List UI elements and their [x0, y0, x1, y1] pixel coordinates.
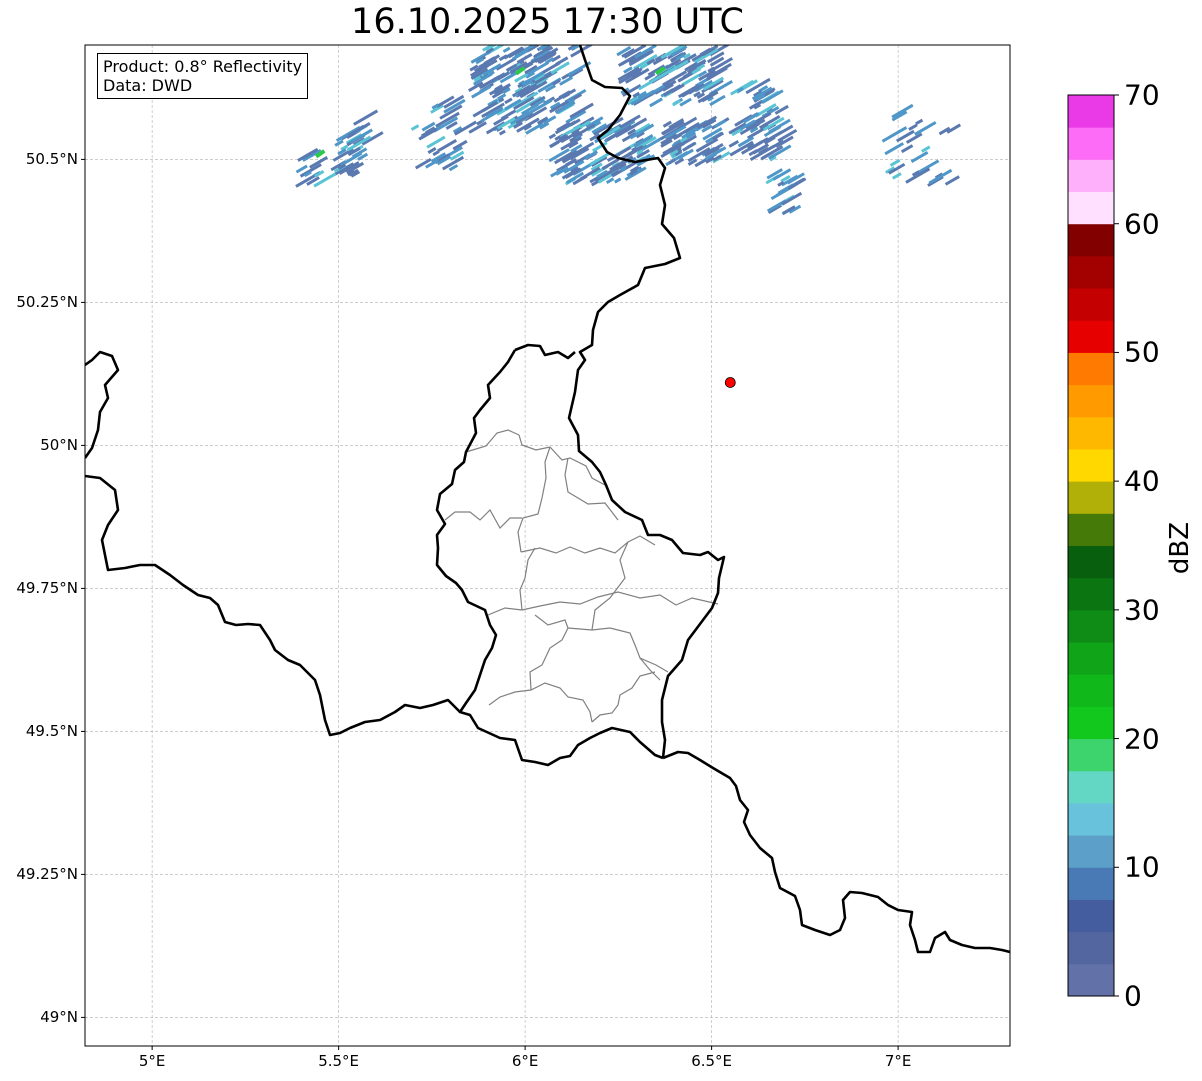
- lat-tick-label: 49.75°N: [16, 579, 78, 598]
- lon-tick-label: 6.5°E: [691, 1052, 733, 1070]
- lat-tick-label: 50°N: [40, 436, 78, 455]
- colorbar-segment: [1068, 448, 1114, 482]
- data-source-label: Data: DWD: [103, 76, 193, 95]
- colorbar: [1067, 94, 1119, 997]
- colorbar-segment: [1068, 191, 1114, 225]
- colorbar-segment: [1068, 835, 1114, 868]
- colorbar-tick-label: 70: [1124, 78, 1160, 112]
- lat-tick-label: 49.25°N: [16, 865, 78, 884]
- colorbar-tick-label: 30: [1124, 593, 1160, 627]
- colorbar-tick-label: 40: [1124, 464, 1160, 498]
- colorbar-segment: [1068, 159, 1114, 193]
- colorbar-tick-label: 50: [1124, 335, 1160, 369]
- radar-map: [81, 44, 1119, 1050]
- colorbar-segment: [1068, 288, 1114, 321]
- lon-tick-label: 6°E: [511, 1052, 539, 1070]
- colorbar-tick-label: 60: [1124, 207, 1160, 241]
- colorbar-segment: [1068, 931, 1114, 965]
- lon-tick-label: 5°E: [138, 1052, 166, 1070]
- colorbar-segment: [1068, 770, 1114, 804]
- colorbar-segment: [1068, 223, 1114, 257]
- location-marker: [724, 377, 736, 388]
- product-info-box: Product: 0.8° Reflectivity Data: DWD: [97, 53, 309, 99]
- colorbar-tick-label: 20: [1124, 722, 1160, 756]
- colorbar-tick-label: 0: [1124, 979, 1142, 1013]
- colorbar-segment: [1068, 481, 1114, 514]
- lat-tick-label: 50.5°N: [25, 150, 78, 169]
- colorbar-segment: [1068, 609, 1114, 643]
- lat-tick-label: 50.25°N: [16, 293, 78, 312]
- colorbar-segment: [1068, 899, 1114, 933]
- lat-tick-label: 49.5°N: [25, 722, 78, 741]
- colorbar-segment: [1068, 513, 1114, 546]
- colorbar-segment: [1068, 963, 1114, 997]
- colorbar-segment: [1068, 867, 1114, 900]
- colorbar-segment: [1068, 738, 1114, 772]
- colorbar-segment: [1068, 95, 1114, 128]
- colorbar-segment: [1068, 320, 1114, 353]
- lon-tick-label: 7°E: [884, 1052, 912, 1070]
- colorbar-segment: [1068, 577, 1114, 611]
- colorbar-segment: [1068, 545, 1114, 579]
- product-label: Product: 0.8° Reflectivity: [103, 57, 303, 76]
- location-marker-layer: [724, 377, 736, 388]
- colorbar-segment: [1068, 706, 1114, 740]
- colorbar-segment: [1068, 642, 1114, 675]
- colorbar-segment: [1068, 384, 1114, 418]
- colorbar-tick-label: 10: [1124, 850, 1160, 884]
- colorbar-segment: [1068, 255, 1114, 289]
- colorbar-segment: [1068, 127, 1114, 160]
- colorbar-segment: [1068, 802, 1114, 836]
- lat-tick-label: 49°N: [40, 1008, 78, 1027]
- colorbar-segment: [1068, 416, 1114, 450]
- lon-tick-label: 5.5°E: [318, 1052, 360, 1070]
- colorbar-segment: [1068, 674, 1114, 707]
- colorbar-label: dBZ: [1165, 521, 1195, 575]
- colorbar-segment: [1068, 352, 1114, 386]
